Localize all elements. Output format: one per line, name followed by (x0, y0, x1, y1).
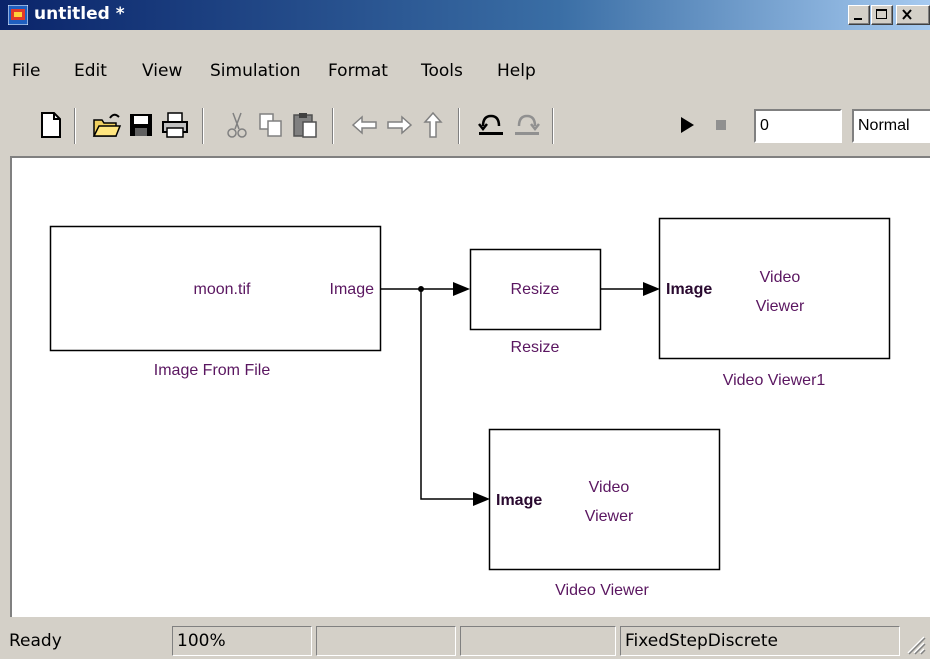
print-button[interactable] (160, 110, 190, 140)
arrow-up-icon (423, 111, 443, 138)
stop-time-input[interactable]: 0 (754, 109, 842, 143)
menu-format[interactable]: Format (328, 61, 388, 81)
image-from-file-output-port: Image (330, 281, 375, 298)
signal-line-image-to-resize[interactable] (381, 282, 470, 296)
video-viewer1-input-port: Image (666, 281, 712, 298)
printer-icon (162, 112, 188, 138)
paste-button[interactable] (290, 110, 320, 140)
image-from-file-caption: Image From File (154, 362, 271, 379)
minimize-icon (854, 18, 862, 20)
toolbar-separator (74, 108, 76, 144)
status-zoom: 100% (172, 626, 312, 656)
menu-bar: File Edit View Simulation Format Tools H… (0, 61, 930, 85)
stop-icon (716, 120, 726, 130)
minimize-button[interactable] (848, 5, 870, 25)
close-button[interactable] (896, 5, 930, 25)
toolbar-separator (552, 108, 554, 144)
video-viewer-caption: Video Viewer (555, 582, 649, 599)
menu-file[interactable]: File (12, 61, 40, 81)
scissors-icon (227, 112, 247, 138)
video-viewer1-content-line1: Video (760, 269, 801, 286)
new-model-button[interactable] (36, 110, 66, 140)
video-viewer1-caption: Video Viewer1 (723, 372, 826, 389)
menu-view[interactable]: View (142, 61, 182, 81)
play-icon (681, 117, 694, 133)
start-simulation-button[interactable] (672, 110, 702, 140)
cut-button[interactable] (222, 110, 252, 140)
video-viewer-content-line1: Video (589, 479, 630, 496)
block-diagram: moon.tif Image Image From File Resize Re… (49, 217, 891, 599)
menu-edit[interactable]: Edit (74, 61, 107, 81)
maximize-icon (876, 9, 887, 19)
status-state: Ready (9, 631, 62, 651)
signal-line-resize-to-viewer1[interactable] (601, 282, 660, 296)
toolbar-separator (202, 108, 204, 144)
save-button[interactable] (126, 110, 156, 140)
resize-block-content: Resize (511, 281, 560, 298)
menu-simulation[interactable]: Simulation (210, 61, 301, 81)
copy-button[interactable] (256, 110, 286, 140)
status-panel-empty-1 (316, 626, 456, 656)
menu-tools[interactable]: Tools (421, 61, 463, 81)
maximize-button[interactable] (871, 5, 893, 25)
paste-clipboard-icon (293, 113, 317, 138)
title-bar[interactable]: untitled * (0, 0, 930, 30)
save-disk-icon (130, 114, 152, 136)
back-button[interactable] (350, 110, 380, 140)
model-canvas[interactable]: moon.tif Image Image From File Resize Re… (10, 156, 930, 617)
redo-icon (515, 114, 540, 135)
undo-icon (478, 114, 503, 135)
menu-help[interactable]: Help (497, 61, 536, 81)
resize-block-caption: Resize (511, 339, 560, 356)
status-panel-empty-2 (460, 626, 616, 656)
open-button[interactable] (92, 110, 122, 140)
close-icon (902, 9, 912, 20)
toolbar-separator (332, 108, 334, 144)
toolbar-separator (458, 108, 460, 144)
copy-icon (259, 113, 282, 137)
stop-simulation-button[interactable] (706, 110, 736, 140)
video-viewer1-content-line2: Viewer (756, 298, 805, 315)
window-title: untitled * (34, 4, 125, 24)
forward-button[interactable] (384, 110, 414, 140)
video-viewer-content-line2: Viewer (585, 508, 634, 525)
status-solver: FixedStepDiscrete (620, 626, 900, 656)
simulink-model-icon (8, 5, 28, 25)
arrow-right-icon (387, 115, 413, 135)
arrow-left-icon (351, 115, 377, 135)
simulation-mode-select[interactable]: Normal (852, 109, 930, 143)
open-folder-icon (92, 113, 122, 137)
redo-button[interactable] (512, 110, 542, 140)
new-document-icon (41, 112, 61, 138)
up-button[interactable] (418, 110, 448, 140)
image-from-file-content: moon.tif (194, 281, 251, 298)
resize-grip-icon[interactable] (904, 633, 926, 655)
video-viewer-input-port: Image (496, 492, 542, 509)
undo-button[interactable] (476, 110, 506, 140)
